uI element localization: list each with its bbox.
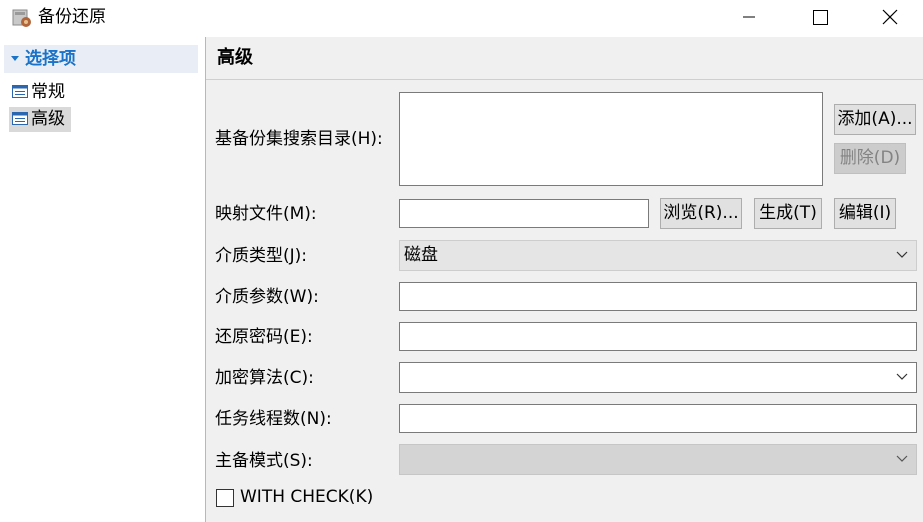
media-type-value: 磁盘 [404,245,438,265]
chevron-down-icon [896,455,908,462]
maximize-icon [813,10,828,25]
window-title: 备份还原 [38,7,106,27]
option-tree: 选择项 常规 高级 [0,37,205,522]
caret-down-icon [11,56,19,61]
delete-button[interactable]: 删除(D) [834,143,906,174]
restore-password-input[interactable] [399,322,917,351]
title-bar: 备份还原 [0,0,923,36]
tree-header-label: 选择项 [25,49,76,69]
primary-mode-select[interactable] [399,444,917,475]
tree-item-general[interactable]: 常规 [9,80,71,105]
browse-button[interactable]: 浏览(R)... [660,198,742,229]
chevron-down-icon [896,251,908,258]
media-params-input[interactable] [399,282,917,311]
list-icon [12,85,28,98]
chevron-down-icon [896,373,908,380]
map-file-label: 映射文件(M): [215,204,317,224]
media-params-label: 介质参数(W): [215,287,319,307]
tree-header-options[interactable]: 选择项 [4,45,198,73]
media-type-select[interactable]: 磁盘 [399,240,917,271]
with-check-label[interactable]: WITH CHECK(K) [240,486,373,508]
with-check-checkbox[interactable] [216,489,234,507]
edit-button[interactable]: 编辑(I) [834,198,896,229]
map-file-input[interactable] [399,199,649,228]
minimize-icon [743,16,755,18]
encrypt-algo-label: 加密算法(C): [215,368,314,388]
panel-divider [206,79,923,80]
list-icon [12,112,28,125]
panel-title: 高级 [217,47,253,68]
restore-password-label: 还原密码(E): [215,327,313,347]
primary-mode-label: 主备模式(S): [215,451,313,471]
add-button[interactable]: 添加(A)... [834,104,916,135]
base-search-dir-label: 基备份集搜索目录(H): [215,129,383,149]
close-button[interactable] [866,0,912,34]
task-threads-input[interactable] [399,404,917,433]
tree-item-advanced[interactable]: 高级 [9,107,71,132]
generate-button[interactable]: 生成(T) [754,198,822,229]
tree-item-label: 常规 [31,82,65,102]
task-threads-label: 任务线程数(N): [215,409,332,429]
advanced-panel: 高级 基备份集搜索目录(H): 添加(A)... 删除(D) 映射文件(M): … [206,37,923,522]
close-icon [882,9,898,25]
maximize-button[interactable] [796,0,842,34]
minimize-button[interactable] [726,0,772,34]
backup-app-icon [12,9,31,27]
encrypt-algo-select[interactable] [399,362,917,393]
base-search-dir-list[interactable] [399,92,823,186]
tree-item-label: 高级 [31,109,65,129]
media-type-label: 介质类型(J): [215,246,308,266]
